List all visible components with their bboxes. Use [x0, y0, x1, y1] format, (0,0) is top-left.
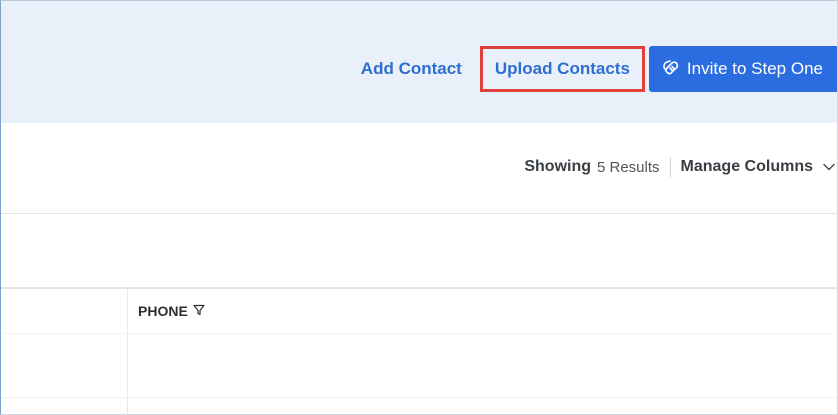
manage-columns-label: Manage Columns — [680, 158, 813, 175]
toolbar-divider — [669, 157, 671, 177]
column-header-label: PHONE — [138, 303, 188, 319]
column-header-phone[interactable]: PHONE — [138, 303, 205, 319]
column-divider — [127, 289, 128, 414]
upload-contacts-link[interactable]: Upload Contacts — [495, 59, 630, 79]
app-frame: Add Contact Upload Contacts Invite to St… — [0, 0, 838, 415]
results-count: 5 Results — [597, 158, 660, 176]
showing-label: Showing — [524, 158, 591, 175]
invite-button-label: Invite to Step One — [686, 59, 823, 78]
upload-contacts-highlight: Upload Contacts — [479, 46, 645, 92]
header-actions: Add Contact Upload Contacts Invite to St… — [361, 46, 837, 92]
handshake-icon — [661, 57, 687, 82]
results-toolbar: Showing 5 Results Manage Columns — [1, 123, 837, 214]
add-contact-link[interactable]: Add Contact — [361, 59, 462, 79]
filter-icon[interactable] — [188, 303, 205, 319]
results-summary: Showing 5 Results Manage Columns — [524, 157, 835, 177]
manage-columns-dropdown[interactable]: Manage Columns — [681, 158, 835, 176]
page-header: Add Contact Upload Contacts Invite to St… — [1, 1, 837, 123]
invite-to-step-one-button[interactable]: Invite to Step One — [648, 46, 837, 92]
chevron-down-icon — [813, 158, 835, 176]
filter-area — [1, 214, 837, 289]
